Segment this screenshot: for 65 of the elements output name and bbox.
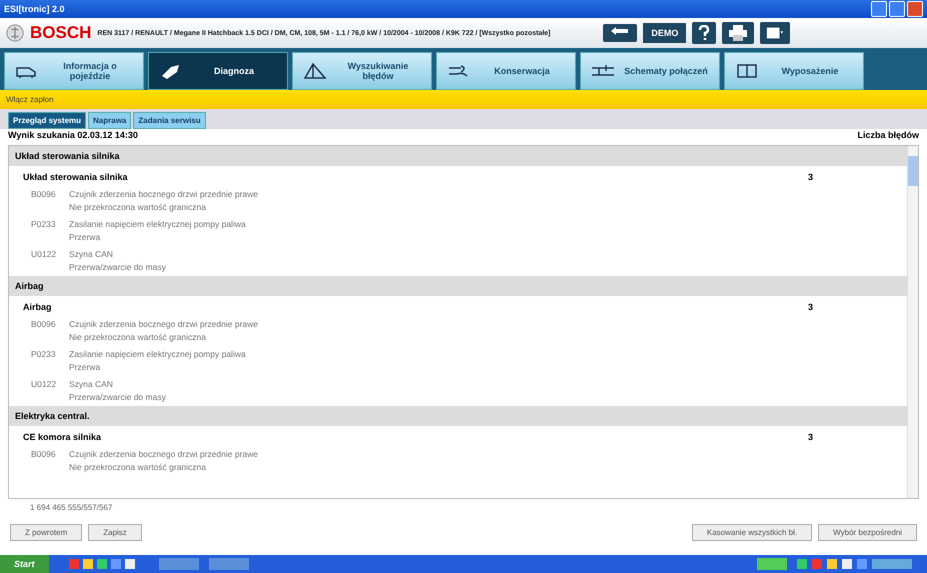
- notice-text: Włącz zapłon: [6, 95, 54, 104]
- fault-code: P0233: [31, 348, 57, 361]
- minimize-button[interactable]: [871, 1, 887, 17]
- start-button[interactable]: Start: [0, 555, 49, 573]
- action-button[interactable]: Wybór bezpośredni: [818, 524, 917, 541]
- fault-detail: Przerwa: [69, 232, 100, 242]
- action-button[interactable]: Kasowanie wszystkich bł.: [692, 524, 812, 541]
- book-icon: [735, 62, 759, 80]
- fault-count: 3: [808, 172, 813, 182]
- fault-detail: Nie przekroczona wartość graniczna: [69, 462, 206, 472]
- group-header[interactable]: Układ sterowania silnika: [9, 146, 907, 166]
- help-button[interactable]: [692, 22, 716, 44]
- triangle-icon: [303, 62, 327, 80]
- column-heading: Liczba błędów: [857, 130, 919, 140]
- logo-icon: [6, 24, 24, 42]
- window-title: ESI[tronic] 2.0: [4, 4, 65, 14]
- sub-tab[interactable]: Naprawa: [88, 112, 132, 129]
- fault-description: Czujnik zderzenia bocznego drzwi przednie prawe: [69, 319, 258, 329]
- maximize-button[interactable]: [889, 1, 905, 17]
- control-unit-name: Układ sterowania silnika: [23, 172, 128, 182]
- sub-tab[interactable]: Przegląd systemu: [8, 112, 86, 129]
- group-header[interactable]: Airbag: [9, 276, 907, 296]
- control-unit-name: CE komora silnika: [23, 432, 102, 442]
- fault-description: Zasilanie napięciem elektrycznej pompy paliwa: [69, 219, 246, 229]
- scrollbar[interactable]: [907, 146, 918, 498]
- fault-detail: Przerwa/zwarcie do masy: [69, 262, 166, 272]
- fault-detail: Przerwa: [69, 362, 100, 372]
- nav-tab[interactable]: Informacja o pojeździe: [4, 52, 144, 90]
- search-result-label: Wynik szukania 02.03.12 14:30: [8, 130, 138, 140]
- action-button[interactable]: Zapisz: [88, 524, 142, 541]
- group-header[interactable]: Elektryka central.: [9, 406, 907, 426]
- help-icon: [698, 25, 710, 41]
- demo-label: DEMO: [643, 23, 686, 43]
- nav-tab[interactable]: Diagnoza: [148, 52, 288, 90]
- print-button[interactable]: [722, 22, 754, 44]
- fault-code: B0096: [31, 318, 57, 331]
- fault-description: Szyna CAN: [69, 379, 113, 389]
- fault-detail: Nie przekroczona wartość graniczna: [69, 202, 206, 212]
- nav-tab[interactable]: Konserwacja: [436, 52, 576, 90]
- printer-icon: [728, 25, 748, 41]
- nav-tab[interactable]: Schematy połączeń: [580, 52, 720, 90]
- fault-description: Szyna CAN: [69, 249, 113, 259]
- fault-count: 3: [808, 432, 813, 442]
- nav-tab[interactable]: Wyposażenie: [724, 52, 864, 90]
- fault-code: U0122: [31, 378, 58, 391]
- control-unit-name: Airbag: [23, 302, 52, 312]
- fault-description: Zasilanie napięciem elektrycznej pompy paliwa: [69, 349, 246, 359]
- fault-code: P0233: [31, 218, 57, 231]
- fault-detail: Przerwa/zwarcie do masy: [69, 392, 166, 402]
- part-number: 1 694 465 555/557/567: [29, 502, 114, 514]
- action-button[interactable]: Z powrotem: [10, 524, 82, 541]
- nav-tab[interactable]: Wyszukiwanie błędów: [292, 52, 432, 90]
- close-button[interactable]: [907, 1, 923, 17]
- window-menu-icon: [766, 25, 784, 41]
- fault-detail: Nie przekroczona wartość graniczna: [69, 332, 206, 342]
- fault-description: Czujnik zderzenia bocznego drzwi przednie prawe: [69, 189, 258, 199]
- menu-button[interactable]: [760, 22, 790, 44]
- fault-description: Czujnik zderzenia bocznego drzwi przednie prawe: [69, 449, 258, 459]
- fault-code: B0096: [31, 188, 57, 201]
- brand-name: BOSCH: [30, 23, 92, 43]
- fault-code: U0122: [31, 248, 58, 261]
- fault-code: B0096: [31, 448, 57, 461]
- fault-count: 3: [808, 302, 813, 312]
- sub-tab[interactable]: Zadania serwisu: [133, 112, 206, 129]
- back-button[interactable]: [603, 24, 638, 42]
